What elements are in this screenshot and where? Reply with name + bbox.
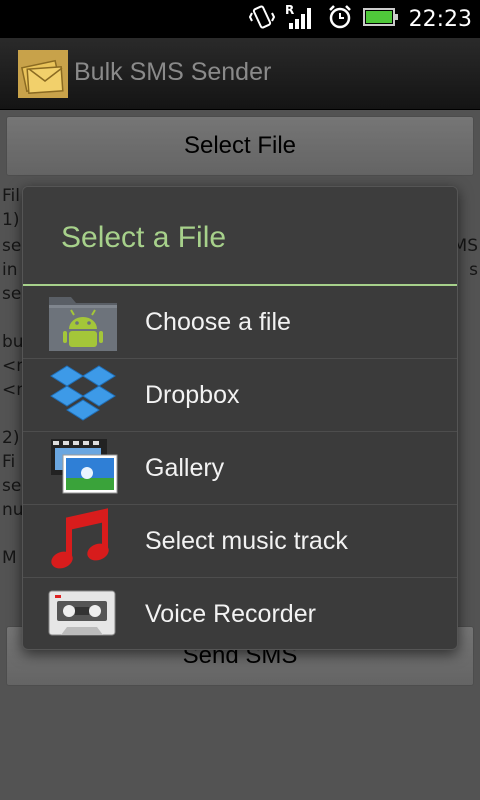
- svg-text:R: R: [285, 3, 294, 17]
- app-title-bar: Bulk SMS Sender: [0, 38, 480, 110]
- envelope-icon: [18, 50, 68, 98]
- status-bar: R 22:23: [0, 0, 480, 38]
- menu-item-music-track[interactable]: Select music track: [23, 505, 457, 578]
- app-title: Bulk SMS Sender: [74, 58, 272, 86]
- cassette-icon: [47, 581, 119, 647]
- music-note-icon: [47, 508, 119, 574]
- menu-item-label: Dropbox: [145, 381, 240, 409]
- menu-item-choose-file[interactable]: Choose a file: [23, 286, 457, 359]
- gallery-icon: [47, 435, 119, 501]
- vibrate-icon: [248, 4, 275, 34]
- alarm-icon: [327, 4, 353, 34]
- status-icons: R 22:23: [248, 0, 472, 38]
- status-time: 22:23: [408, 6, 472, 32]
- menu-item-label: Select music track: [145, 527, 348, 555]
- menu-item-label: Choose a file: [145, 308, 291, 336]
- android-folder-icon: [47, 289, 119, 355]
- roaming-signal-icon: R: [285, 3, 317, 35]
- dialog-title: Select a File: [61, 221, 227, 254]
- menu-item-dropbox[interactable]: Dropbox: [23, 359, 457, 432]
- battery-icon: [362, 7, 399, 31]
- select-file-dialog: Select a File Choose a file Dropbox Gall…: [22, 186, 458, 650]
- menu-item-gallery[interactable]: Gallery: [23, 432, 457, 505]
- dialog-header: Select a File: [23, 187, 457, 286]
- menu-item-voice-recorder[interactable]: Voice Recorder: [23, 578, 457, 649]
- menu-item-label: Voice Recorder: [145, 600, 316, 628]
- menu-item-label: Gallery: [145, 454, 225, 482]
- dropbox-icon: [47, 362, 119, 428]
